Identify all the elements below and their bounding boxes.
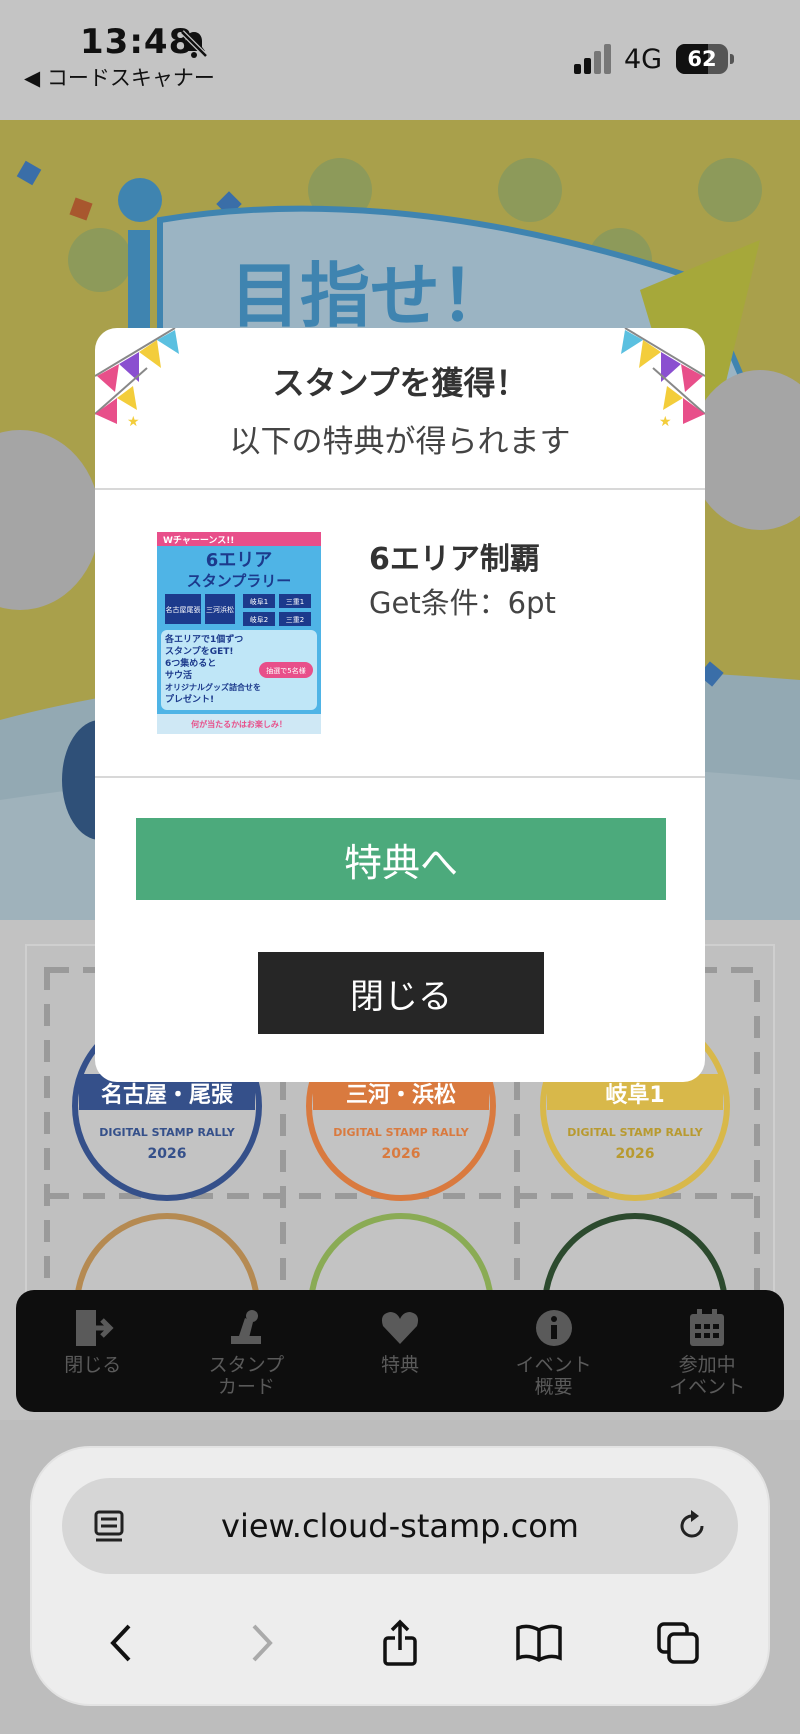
svg-text:三河・浜松: 三河・浜松 bbox=[346, 1083, 456, 1108]
calendar-icon bbox=[690, 1309, 725, 1346]
svg-text:スタンプをGET!: スタンプをGET! bbox=[165, 645, 234, 657]
signal-icon bbox=[574, 44, 611, 74]
svg-text:スタンプラリー: スタンプラリー bbox=[187, 572, 292, 590]
svg-text:名古屋尾張: 名古屋尾張 bbox=[166, 605, 201, 614]
svg-text:岐阜1: 岐阜1 bbox=[250, 597, 268, 606]
reload-icon[interactable] bbox=[672, 1506, 712, 1546]
svg-text:名古屋・尾張: 名古屋・尾張 bbox=[101, 1082, 234, 1108]
bell-muted-icon bbox=[180, 30, 208, 58]
tab-stamp-card[interactable]: スタンプ カード bbox=[181, 1308, 311, 1398]
tab-joined-events[interactable]: 参加中 イベント bbox=[642, 1308, 772, 1398]
divider bbox=[95, 776, 705, 778]
divider bbox=[95, 488, 705, 490]
network-type: 4G bbox=[624, 44, 663, 75]
svg-text:三重1: 三重1 bbox=[286, 598, 304, 606]
battery-icon: 62 bbox=[676, 44, 734, 74]
svg-text:2026: 2026 bbox=[616, 1146, 655, 1162]
back-icon[interactable] bbox=[97, 1618, 147, 1668]
svg-text:三重2: 三重2 bbox=[286, 616, 304, 624]
tab-close[interactable]: 閉じる bbox=[28, 1308, 158, 1376]
address-bar[interactable]: view.cloud-stamp.com bbox=[62, 1478, 738, 1574]
svg-text:何が当たるかはお楽しみ！: 何が当たるかはお楽しみ！ bbox=[191, 719, 287, 729]
stamp-acquired-dialog: ★ ★ スタンプを獲得！ 以下の特典が得られます Wチャーーンス!! 6エリア … bbox=[95, 328, 705, 1082]
share-icon[interactable] bbox=[375, 1618, 425, 1668]
dialog-title: スタンプを獲得！ bbox=[272, 364, 528, 402]
stamp-icon bbox=[231, 1310, 262, 1344]
bookmarks-icon[interactable] bbox=[514, 1618, 564, 1668]
browser-toolbar: view.cloud-stamp.com bbox=[30, 1446, 770, 1706]
svg-text:DIGITAL STAMP RALLY: DIGITAL STAMP RALLY bbox=[567, 1126, 704, 1139]
go-to-benefits-button[interactable]: 特典へ bbox=[136, 818, 666, 900]
clock: 13:48 bbox=[80, 22, 194, 62]
svg-text:2026: 2026 bbox=[382, 1146, 421, 1162]
svg-text:各エリアで1個ずつ: 各エリアで1個ずつ bbox=[164, 633, 243, 645]
tabs-icon[interactable] bbox=[653, 1618, 703, 1668]
forward-icon[interactable] bbox=[236, 1618, 286, 1668]
status-bar: 13:48 ◀ コードスキャナー 4G 62 bbox=[0, 0, 800, 120]
svg-text:DIGITAL STAMP RALLY: DIGITAL STAMP RALLY bbox=[333, 1126, 470, 1139]
svg-text:抽選で5名様: 抽選で5名様 bbox=[266, 666, 305, 675]
battery-level: 62 bbox=[687, 47, 717, 71]
svg-text:岐阜2: 岐阜2 bbox=[250, 615, 268, 624]
svg-text:2026: 2026 bbox=[148, 1146, 187, 1162]
tab-event-overview[interactable]: イベント 概要 bbox=[489, 1308, 619, 1398]
svg-text:6つ集めると: 6つ集めると bbox=[165, 657, 216, 669]
svg-text:岐阜1: 岐阜1 bbox=[605, 1082, 664, 1108]
svg-text:三河浜松: 三河浜松 bbox=[206, 605, 234, 614]
svg-text:プレゼント!: プレゼント! bbox=[165, 693, 214, 705]
reward-name: 6エリア制覇 bbox=[369, 542, 540, 577]
svg-text:サウ活: サウ活 bbox=[165, 669, 192, 681]
reward-image: Wチャーーンス!! 6エリア スタンプラリー 名古屋尾張 三河浜松 岐阜1 三重… bbox=[157, 532, 321, 734]
bottom-tab-bar: 閉じる スタンプ カード 特典 イベント 概要 参加中 イベント bbox=[16, 1290, 784, 1412]
close-button[interactable]: 閉じる bbox=[258, 952, 544, 1034]
banner-title: 目指せ！ bbox=[230, 255, 510, 337]
dialog-subtitle: 以下の特典が得られます bbox=[229, 424, 571, 460]
browser-nav-row bbox=[32, 1598, 768, 1688]
tab-benefits[interactable]: 特典 bbox=[335, 1308, 465, 1376]
info-icon bbox=[535, 1310, 572, 1346]
back-to-app-link[interactable]: ◀ コードスキャナー bbox=[24, 62, 215, 92]
exit-icon bbox=[75, 1310, 114, 1346]
svg-text:DIGITAL STAMP RALLY: DIGITAL STAMP RALLY bbox=[99, 1126, 236, 1139]
svg-text:6エリア: 6エリア bbox=[206, 550, 273, 571]
heart-icon bbox=[381, 1312, 419, 1344]
svg-text:Wチャーーンス!!: Wチャーーンス!! bbox=[163, 535, 234, 546]
reward-condition: Get条件：6pt bbox=[369, 586, 556, 620]
svg-text:オリジナルグッズ詰合せを: オリジナルグッズ詰合せを bbox=[165, 682, 261, 692]
url-text: view.cloud-stamp.com bbox=[221, 1507, 579, 1545]
